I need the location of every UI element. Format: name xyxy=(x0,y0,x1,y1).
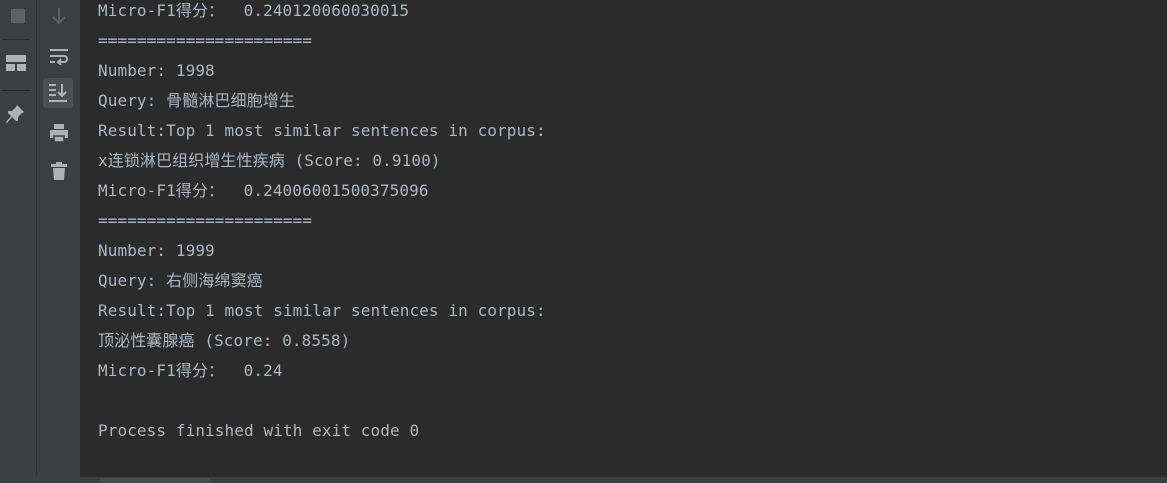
console-line: Micro-F1得分： 0.24006001500375096 xyxy=(98,181,429,200)
layout-button[interactable] xyxy=(1,48,31,78)
left-action-strip xyxy=(0,0,37,483)
console-action-strip xyxy=(37,0,81,483)
soft-wrap-icon xyxy=(50,49,68,65)
stop-icon xyxy=(11,9,25,23)
console-line: Result:Top 1 most similar sentences in c… xyxy=(98,121,546,140)
toolbar-separator xyxy=(2,39,30,40)
trash-icon xyxy=(51,162,67,180)
console-line: Query: 骨髓淋巴细胞增生 xyxy=(98,91,295,110)
stop-button[interactable] xyxy=(3,1,33,31)
console-line: ====================== xyxy=(98,31,313,50)
run-tool-window: Micro-F1得分： 0.240120060030015 ==========… xyxy=(0,0,1167,483)
clear-all-button[interactable] xyxy=(44,156,74,186)
print-icon xyxy=(50,124,68,143)
console-line: ====================== xyxy=(98,211,313,230)
console-line: 顶泌性囊腺癌 (Score: 0.8558) xyxy=(98,331,351,350)
console-line: Micro-F1得分： 0.240120060030015 xyxy=(98,1,410,20)
soft-wrap-button[interactable] xyxy=(44,41,74,71)
scrollbar-thumb[interactable] xyxy=(100,478,210,482)
scroll-down-button[interactable] xyxy=(44,1,74,31)
print-button[interactable] xyxy=(44,118,74,148)
toolbar-separator xyxy=(2,90,30,91)
console-line: x连锁淋巴组织增生性疾病 (Score: 0.9100) xyxy=(98,151,441,170)
exit-status-line: Process finished with exit code 0 xyxy=(98,421,420,440)
console-output[interactable]: Micro-F1得分： 0.240120060030015 ==========… xyxy=(81,0,1167,477)
scroll-to-end-button[interactable] xyxy=(43,78,73,108)
console-line: Result:Top 1 most similar sentences in c… xyxy=(98,301,546,320)
horizontal-scrollbar[interactable] xyxy=(0,477,1167,483)
console-line: Micro-F1得分： 0.24 xyxy=(98,361,283,380)
layout-icon xyxy=(6,55,26,71)
scroll-down-icon xyxy=(52,8,66,25)
console-line: Query: 右侧海绵窦癌 xyxy=(98,271,263,290)
pin-icon xyxy=(6,105,24,123)
scroll-to-end-icon xyxy=(49,84,67,102)
pin-button[interactable] xyxy=(0,99,30,129)
console-line: Number: 1999 xyxy=(98,241,215,260)
console-line: Number: 1998 xyxy=(98,61,215,80)
